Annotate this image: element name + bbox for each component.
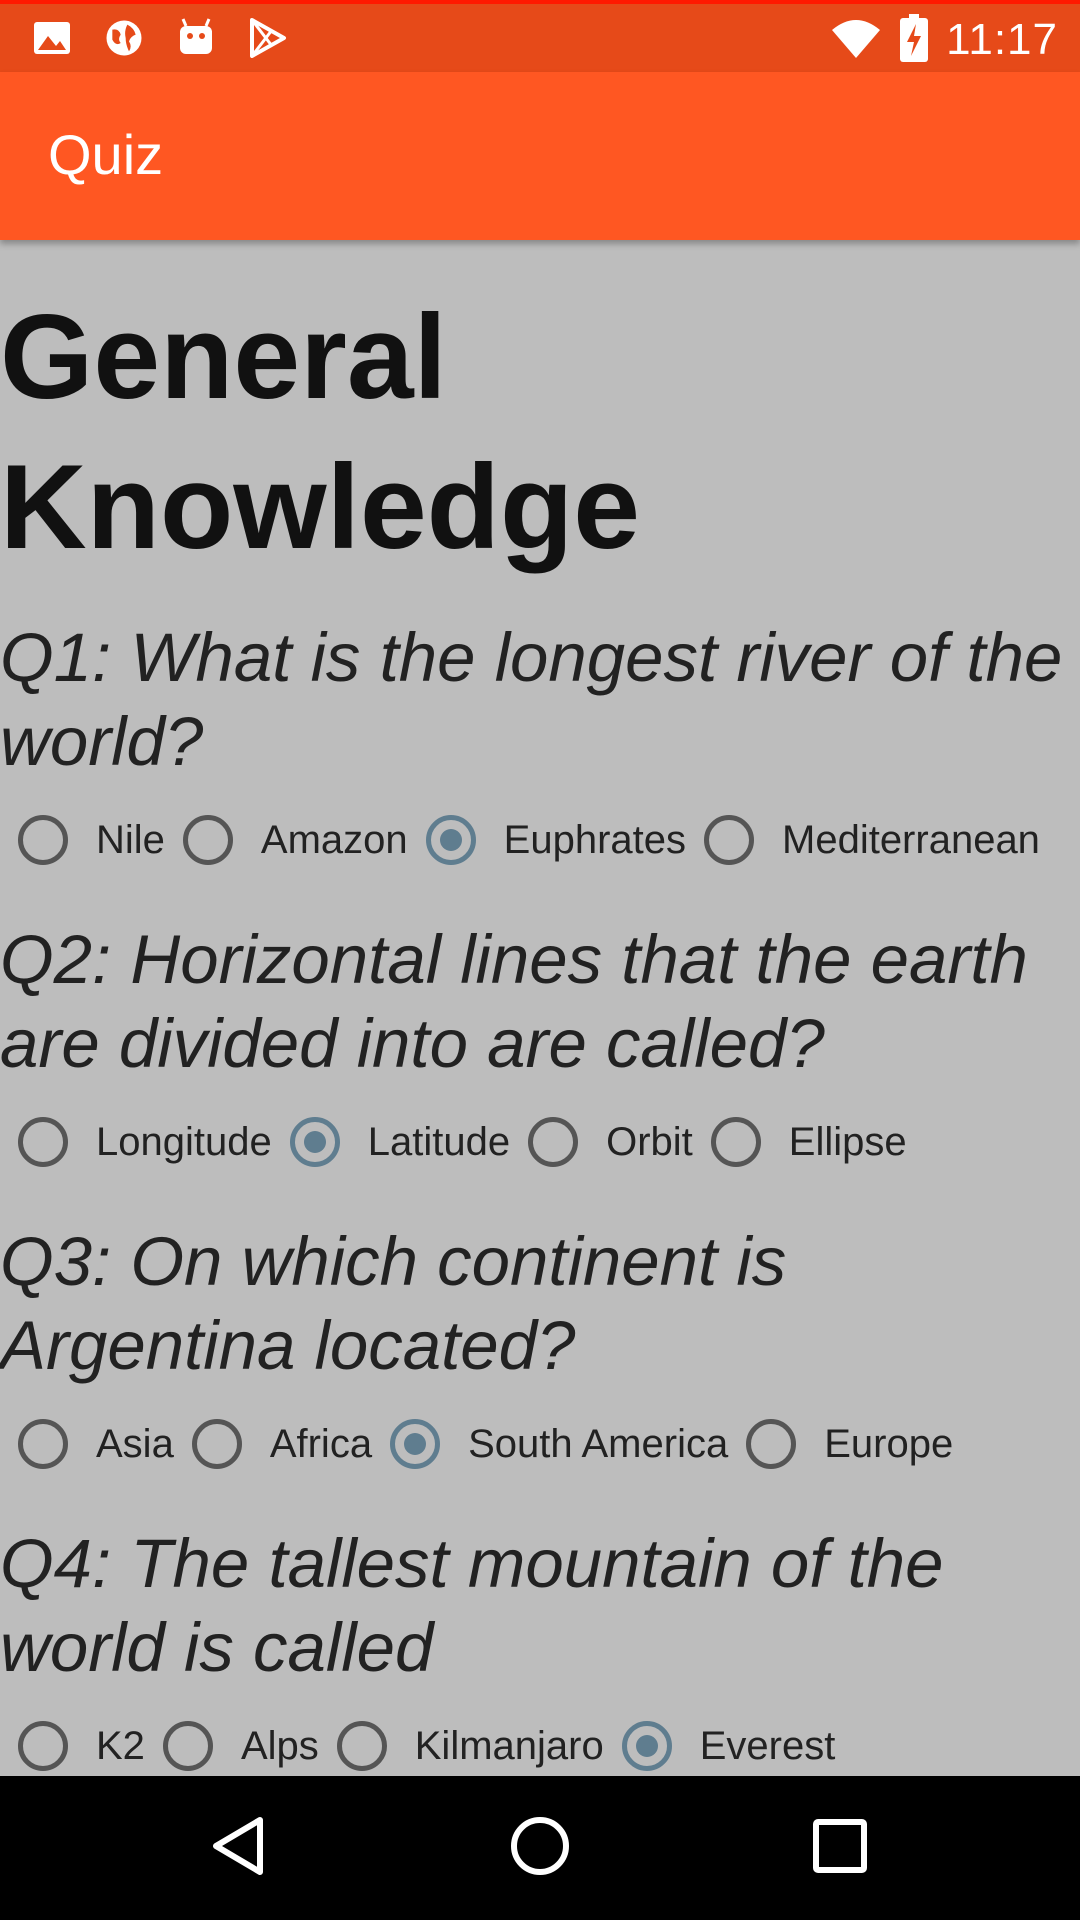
radio-button-selected[interactable] — [289, 1117, 340, 1167]
radio-button-selected[interactable] — [425, 815, 476, 865]
page-title: General Knowledge — [0, 290, 641, 574]
option-label: Europe — [824, 1421, 954, 1466]
question-text: Q2: Horizontal lines that the earth are … — [0, 921, 1028, 1082]
option-asia[interactable]: Asia — [18, 1419, 174, 1469]
app-title: Quiz — [48, 123, 164, 186]
home-button[interactable] — [500, 1808, 580, 1888]
recents-icon — [808, 1814, 872, 1883]
radio-button[interactable] — [18, 1419, 68, 1469]
option-label: Amazon — [260, 817, 408, 862]
option-label: South America — [468, 1421, 729, 1466]
option-label: K2 — [96, 1723, 145, 1768]
radio-button[interactable] — [162, 1721, 213, 1771]
radio-button-selected[interactable] — [390, 1419, 441, 1469]
option-label: Nile — [96, 817, 165, 862]
option-everest[interactable]: Everest — [621, 1721, 836, 1771]
option-kilmanjaro[interactable]: Kilmanjaro — [336, 1721, 604, 1771]
option-label: Kilmanjaro — [414, 1723, 604, 1768]
home-icon — [508, 1814, 572, 1883]
clock: 11:17 — [946, 15, 1058, 64]
radio-button[interactable] — [528, 1117, 579, 1167]
back-icon — [208, 1814, 272, 1883]
android-icon — [176, 14, 216, 62]
option-label: Ellipse — [788, 1119, 907, 1164]
option-longitude[interactable]: Longitude — [18, 1117, 272, 1167]
option-nile[interactable]: Nile — [18, 815, 165, 865]
radio-group-q1: Nile Amazon Euphrates Mediterranean — [18, 808, 1058, 872]
radio-button[interactable] — [746, 1419, 797, 1469]
option-latitude[interactable]: Latitude — [289, 1117, 511, 1167]
quiz-content[interactable]: General Knowledge Q1: What is the longes… — [0, 240, 1080, 1776]
system-icons: 11:17 — [830, 8, 1058, 72]
option-label: Alps — [240, 1723, 319, 1768]
radio-button-selected[interactable] — [621, 1721, 672, 1771]
option-label: Mediterranean — [782, 817, 1040, 862]
radio-button[interactable] — [18, 815, 68, 865]
globe-icon — [104, 14, 144, 62]
radio-group-q2: Longitude Latitude Orbit Ellipse — [18, 1110, 925, 1174]
option-label: Latitude — [367, 1119, 511, 1164]
play-store-icon — [248, 14, 288, 62]
navigation-bar — [0, 1776, 1080, 1920]
option-africa[interactable]: Africa — [191, 1419, 373, 1469]
option-label: Africa — [269, 1421, 373, 1466]
radio-button[interactable] — [710, 1117, 761, 1167]
option-label: Euphrates — [503, 817, 686, 862]
back-button[interactable] — [200, 1808, 280, 1888]
image-icon — [32, 14, 72, 62]
radio-button[interactable] — [191, 1419, 242, 1469]
option-orbit[interactable]: Orbit — [528, 1117, 693, 1167]
option-mediterranean[interactable]: Mediterranean — [704, 815, 1040, 865]
option-south-america[interactable]: South America — [390, 1419, 728, 1469]
option-alps[interactable]: Alps — [162, 1721, 319, 1771]
question-2: Q2: Horizontal lines that the earth are … — [0, 918, 1080, 1167]
radio-button[interactable] — [182, 815, 233, 865]
radio-group-q4: K2 Alps Kilmanjaro Everest — [18, 1714, 853, 1776]
option-label: Asia — [96, 1421, 174, 1466]
radio-button[interactable] — [704, 815, 754, 865]
battery-charging-icon — [900, 13, 929, 67]
question-text: Q1: What is the longest river of the wor… — [0, 619, 1063, 780]
question-text: Q4: The tallest mountain of the world is… — [0, 1525, 944, 1686]
radio-button[interactable] — [336, 1721, 387, 1771]
question-text: Q3: On which continent is Argentina loca… — [0, 1223, 787, 1384]
option-ellipse[interactable]: Ellipse — [710, 1117, 907, 1167]
radio-button[interactable] — [18, 1117, 68, 1167]
option-europe[interactable]: Europe — [746, 1419, 953, 1469]
wifi-icon — [830, 16, 882, 65]
option-label: Orbit — [606, 1119, 693, 1164]
option-label: Everest — [699, 1723, 836, 1768]
recents-button[interactable] — [800, 1808, 880, 1888]
option-amazon[interactable]: Amazon — [182, 815, 408, 865]
radio-button[interactable] — [18, 1721, 68, 1771]
question-3: Q3: On which continent is Argentina loca… — [0, 1220, 1080, 1469]
status-bar: 11:17 — [0, 0, 1080, 72]
option-k2[interactable]: K2 — [18, 1721, 145, 1771]
option-label: Longitude — [96, 1119, 272, 1164]
app-bar: Quiz — [0, 72, 1080, 240]
question-4: Q4: The tallest mountain of the world is… — [0, 1522, 1080, 1771]
question-1: Q1: What is the longest river of the wor… — [0, 616, 1080, 865]
radio-group-q3: Asia Africa South America Europe — [18, 1412, 971, 1476]
option-euphrates[interactable]: Euphrates — [425, 815, 686, 865]
notification-icons — [32, 14, 288, 62]
